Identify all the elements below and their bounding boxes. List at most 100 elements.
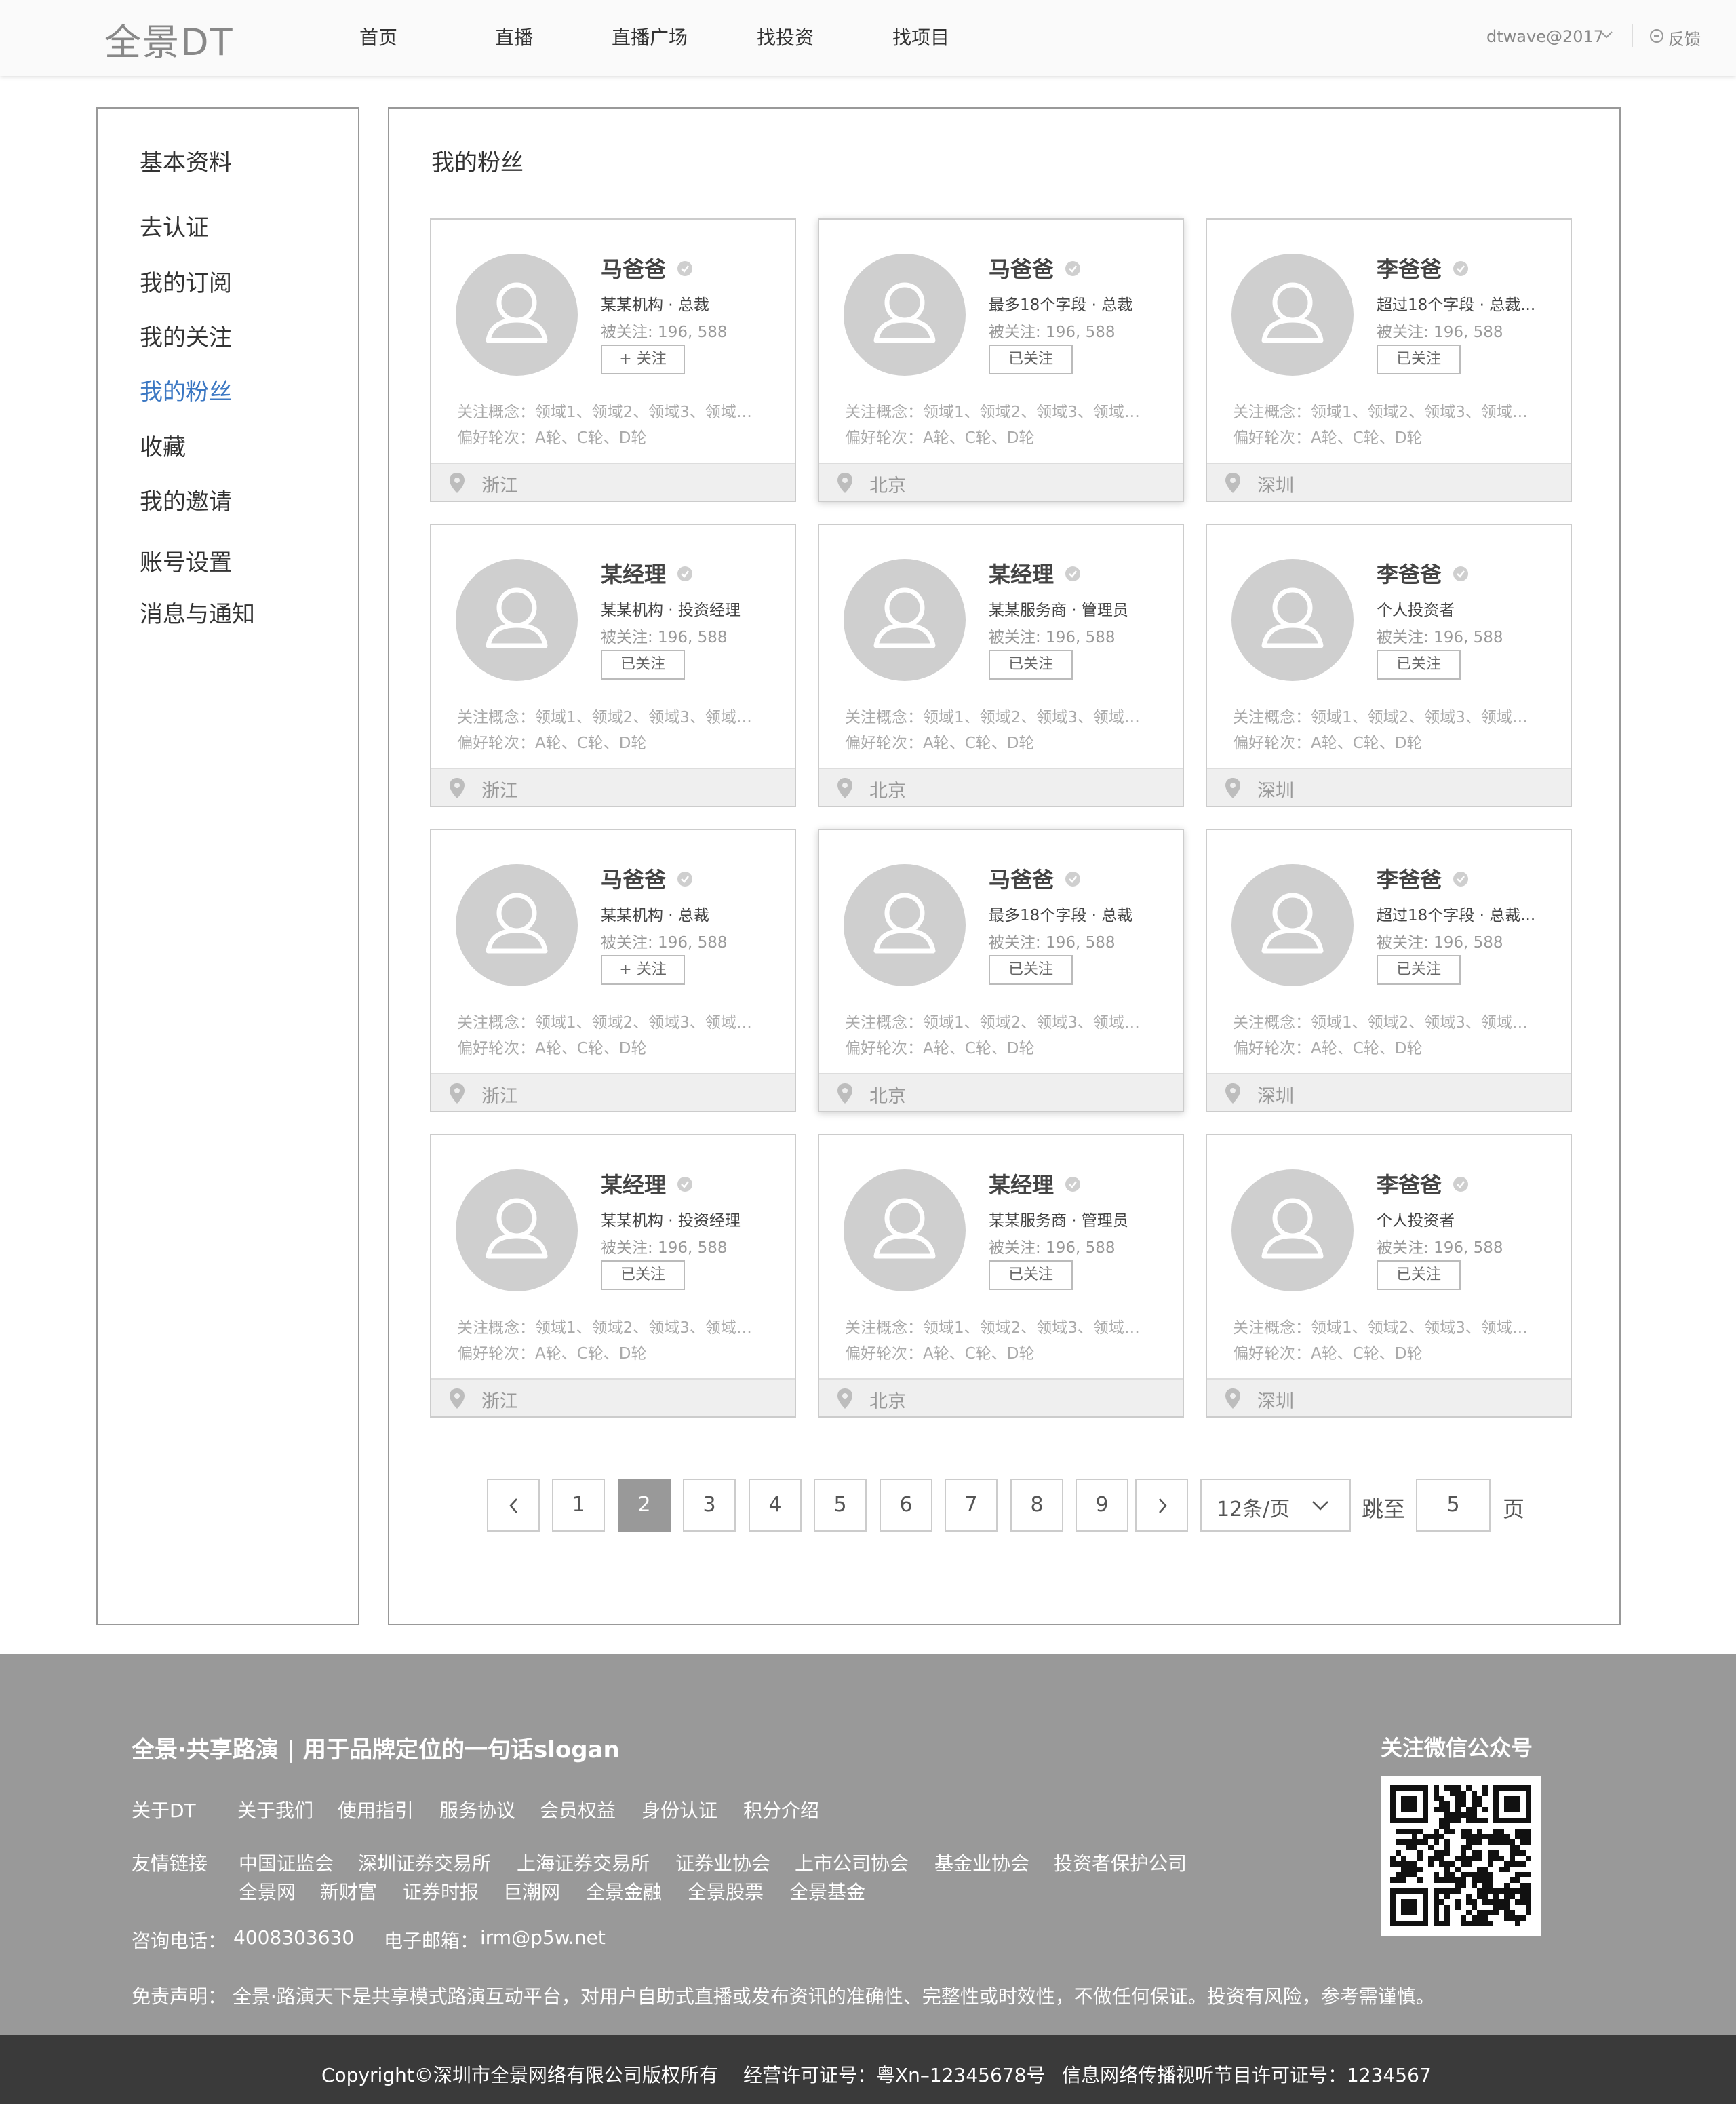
friend-link[interactable]: 新财富 bbox=[320, 1877, 377, 1905]
avatar[interactable] bbox=[456, 559, 578, 681]
page-size-select[interactable]: 12条/页 bbox=[1200, 1479, 1351, 1532]
friend-link[interactable]: 巨潮网 bbox=[503, 1877, 560, 1905]
page-number-button[interactable]: 6 bbox=[880, 1479, 932, 1532]
fan-name[interactable]: 李爸爸 bbox=[1377, 1168, 1442, 1199]
fan-card[interactable]: 李爸爸 超过18个字段 · 总裁... 被关注: 196, 588 已关注 关注概念：领… bbox=[1206, 829, 1572, 1112]
avatar[interactable] bbox=[456, 1169, 578, 1291]
fan-name[interactable]: 李爸爸 bbox=[1377, 252, 1442, 284]
page-number-button[interactable]: 1 bbox=[552, 1479, 605, 1532]
follow-button[interactable]: + 关注 bbox=[601, 955, 685, 985]
friend-link[interactable]: 全景网 bbox=[239, 1877, 296, 1905]
fan-name[interactable]: 某经理 bbox=[989, 558, 1054, 589]
fan-name[interactable]: 马爸爸 bbox=[601, 863, 666, 894]
follow-button[interactable]: 已关注 bbox=[989, 345, 1073, 374]
avatar[interactable] bbox=[456, 864, 578, 986]
fan-name[interactable]: 马爸爸 bbox=[989, 252, 1054, 284]
footer-about-link[interactable]: 积分介绍 bbox=[743, 1796, 819, 1823]
fan-card[interactable]: 马爸爸 某某机构 · 总裁 被关注: 196, 588 + 关注 关注概念：领域1、领域… bbox=[430, 218, 796, 502]
fan-card[interactable]: 李爸爸 个人投资者 被关注: 196, 588 已关注 关注概念：领域1、领域2、领域3… bbox=[1206, 1134, 1572, 1418]
user-account-menu[interactable]: dtwave@2017 bbox=[1486, 27, 1604, 46]
nav-home[interactable]: 首页 bbox=[359, 23, 397, 50]
follow-button[interactable]: 已关注 bbox=[1377, 955, 1461, 985]
nav-live[interactable]: 直播 bbox=[495, 23, 533, 50]
footer-about-link[interactable]: 服务协议 bbox=[439, 1796, 515, 1823]
nav-live-plaza[interactable]: 直播广场 bbox=[612, 23, 688, 50]
follow-button[interactable]: 已关注 bbox=[1377, 1260, 1461, 1290]
follow-button[interactable]: 已关注 bbox=[1377, 650, 1461, 680]
friend-link[interactable]: 全景基金 bbox=[789, 1877, 865, 1905]
chevron-down-icon[interactable] bbox=[1599, 27, 1614, 42]
footer-about-link[interactable]: 关于我们 bbox=[237, 1796, 313, 1823]
friend-link[interactable]: 基金业协会 bbox=[934, 1849, 1029, 1876]
sidebar-item-verify[interactable]: 去认证 bbox=[140, 209, 209, 242]
page-number-button[interactable]: 4 bbox=[749, 1479, 802, 1532]
fan-name[interactable]: 李爸爸 bbox=[1377, 558, 1442, 589]
nav-find-investment[interactable]: 找投资 bbox=[757, 23, 814, 50]
fan-card[interactable]: 某经理 某某机构 · 投资经理 被关注: 196, 588 已关注 关注概念：领域1、领… bbox=[430, 1134, 796, 1418]
fan-card[interactable]: 某经理 某某机构 · 投资经理 被关注: 196, 588 已关注 关注概念：领域1、领… bbox=[430, 524, 796, 807]
avatar[interactable] bbox=[456, 254, 578, 376]
sidebar-item-notifications[interactable]: 消息与通知 bbox=[140, 596, 255, 629]
chat-bubble-icon[interactable] bbox=[1649, 28, 1664, 43]
sidebar-item-following[interactable]: 我的关注 bbox=[140, 319, 232, 352]
follow-button[interactable]: 已关注 bbox=[989, 650, 1073, 680]
sidebar-item-invitations[interactable]: 我的邀请 bbox=[140, 483, 232, 516]
fan-card[interactable]: 某经理 某某服务商 · 管理员 被关注: 196, 588 已关注 关注概念：领域1、领… bbox=[818, 524, 1184, 807]
fan-name[interactable]: 某经理 bbox=[601, 1168, 666, 1199]
fan-card[interactable]: 马爸爸 最多18个字段 · 总裁 被关注: 196, 588 已关注 关注概念：领域1、… bbox=[818, 218, 1184, 502]
page-number-button[interactable]: 2 bbox=[618, 1479, 671, 1532]
fan-card[interactable]: 李爸爸 超过18个字段 · 总裁... 被关注: 196, 588 已关注 关注概念：领… bbox=[1206, 218, 1572, 502]
friend-link[interactable]: 全景股票 bbox=[688, 1877, 764, 1905]
fan-name[interactable]: 马爸爸 bbox=[989, 863, 1054, 894]
avatar[interactable] bbox=[1231, 559, 1354, 681]
fan-card[interactable]: 马爸爸 最多18个字段 · 总裁 被关注: 196, 588 已关注 关注概念：领域1、… bbox=[818, 829, 1184, 1112]
follow-button[interactable]: 已关注 bbox=[601, 1260, 685, 1290]
footer-about-link[interactable]: 会员权益 bbox=[540, 1796, 616, 1823]
page-number-button[interactable]: 5 bbox=[814, 1479, 867, 1532]
footer-about-link[interactable]: 使用指引 bbox=[338, 1796, 414, 1823]
fan-name[interactable]: 某经理 bbox=[601, 558, 666, 589]
sidebar-item-account-settings[interactable]: 账号设置 bbox=[140, 544, 232, 577]
avatar[interactable] bbox=[1231, 864, 1354, 986]
next-page-button[interactable] bbox=[1135, 1479, 1188, 1532]
friend-link[interactable]: 上海证券交易所 bbox=[517, 1849, 650, 1876]
follow-button[interactable]: 已关注 bbox=[1377, 345, 1461, 374]
avatar[interactable] bbox=[844, 254, 966, 376]
fan-card[interactable]: 马爸爸 某某机构 · 总裁 被关注: 196, 588 + 关注 关注概念：领域1、领域… bbox=[430, 829, 796, 1112]
friend-link[interactable]: 投资者保护公司 bbox=[1054, 1849, 1187, 1876]
friend-link[interactable]: 上市公司协会 bbox=[795, 1849, 909, 1876]
avatar[interactable] bbox=[1231, 1169, 1354, 1291]
fan-card[interactable]: 李爸爸 个人投资者 被关注: 196, 588 已关注 关注概念：领域1、领域2、领域3… bbox=[1206, 524, 1572, 807]
avatar[interactable] bbox=[844, 864, 966, 986]
fan-name[interactable]: 马爸爸 bbox=[601, 252, 666, 284]
email-address[interactable]: irm@p5w.net bbox=[480, 1926, 606, 1949]
avatar[interactable] bbox=[1231, 254, 1354, 376]
prev-page-button[interactable] bbox=[487, 1479, 540, 1532]
fan-name[interactable]: 某经理 bbox=[989, 1168, 1054, 1199]
friend-link[interactable]: 证券业协会 bbox=[675, 1849, 770, 1876]
sidebar-item-subscriptions[interactable]: 我的订阅 bbox=[140, 265, 232, 298]
avatar[interactable] bbox=[844, 559, 966, 681]
sidebar-item-basic-profile[interactable]: 基本资料 bbox=[140, 144, 232, 177]
fan-name[interactable]: 李爸爸 bbox=[1377, 863, 1442, 894]
friend-link[interactable]: 中国证监会 bbox=[239, 1849, 334, 1876]
fan-card[interactable]: 某经理 某某服务商 · 管理员 被关注: 196, 588 已关注 关注概念：领域1、领… bbox=[818, 1134, 1184, 1418]
page-number-button[interactable]: 9 bbox=[1076, 1479, 1128, 1532]
friend-link[interactable]: 全景金融 bbox=[586, 1877, 662, 1905]
friend-link[interactable]: 深圳证券交易所 bbox=[358, 1849, 491, 1876]
page-number-button[interactable]: 7 bbox=[945, 1479, 998, 1532]
jump-page-input[interactable]: 5 bbox=[1416, 1479, 1491, 1532]
page-number-button[interactable]: 3 bbox=[683, 1479, 736, 1532]
page-number-button[interactable]: 8 bbox=[1010, 1479, 1063, 1532]
footer-about-link[interactable]: 身份认证 bbox=[642, 1796, 717, 1823]
site-logo[interactable]: 全景DT bbox=[104, 12, 234, 66]
nav-find-project[interactable]: 找项目 bbox=[892, 23, 949, 50]
follow-button[interactable]: 已关注 bbox=[989, 955, 1073, 985]
sidebar-item-fans[interactable]: 我的粉丝 bbox=[140, 373, 232, 406]
feedback-link[interactable]: 反馈 bbox=[1668, 26, 1701, 50]
follow-button[interactable]: + 关注 bbox=[601, 345, 685, 374]
avatar[interactable] bbox=[844, 1169, 966, 1291]
follow-button[interactable]: 已关注 bbox=[989, 1260, 1073, 1290]
sidebar-item-favorites[interactable]: 收藏 bbox=[140, 429, 186, 462]
follow-button[interactable]: 已关注 bbox=[601, 650, 685, 680]
